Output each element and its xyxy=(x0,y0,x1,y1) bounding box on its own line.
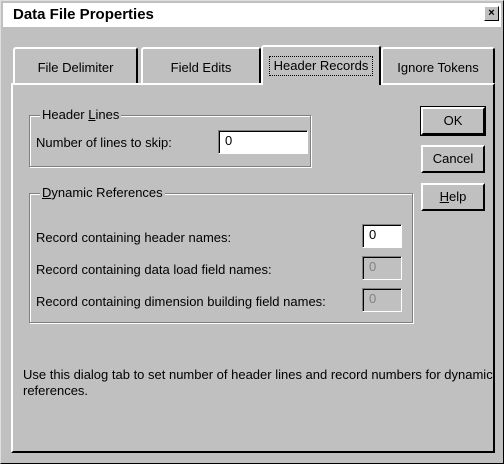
tab-label: Field Edits xyxy=(170,60,232,75)
dimension-building-field-names-label: Record containing dimension building fie… xyxy=(36,294,326,309)
tab-label: Ignore Tokens xyxy=(397,60,479,75)
lines-to-skip-input[interactable]: 0 xyxy=(218,130,308,154)
ok-button[interactable]: OK xyxy=(420,106,486,136)
close-icon[interactable]: × xyxy=(484,6,499,21)
lines-to-skip-label: Number of lines to skip: xyxy=(36,135,172,150)
tab-field-edits[interactable]: Field Edits xyxy=(141,47,261,83)
header-names-label: Record containing header names: xyxy=(36,230,232,245)
cancel-button[interactable]: Cancel xyxy=(421,145,485,173)
dialog-title: Data File Properties xyxy=(13,6,154,23)
tab-label: Header Records xyxy=(268,56,374,76)
tab-file-delimiter[interactable]: File Delimiter xyxy=(13,47,138,83)
tab-label: File Delimiter xyxy=(37,60,114,75)
header-lines-group-title: Header Lines xyxy=(40,107,122,122)
data-load-field-names-input: 0 xyxy=(362,256,402,280)
description-text: Use this dialog tab to set number of hea… xyxy=(23,367,493,398)
dimension-building-field-names-input: 0 xyxy=(362,288,402,312)
header-lines-group: Header Lines Number of lines to skip: 0 xyxy=(29,107,311,167)
dynamic-references-group: Dynamic References Record containing hea… xyxy=(29,185,413,323)
dialog-window: Data File Properties × File Delimiter Fi… xyxy=(0,0,504,464)
tab-ignore-tokens[interactable]: Ignore Tokens xyxy=(381,47,495,83)
dynamic-references-group-title: Dynamic References xyxy=(40,185,165,200)
tab-header-records[interactable]: Header Records xyxy=(261,45,381,85)
header-names-input[interactable]: 0 xyxy=(362,224,402,248)
data-load-field-names-label: Record containing data load field names: xyxy=(36,262,272,277)
help-button[interactable]: Help xyxy=(421,183,485,211)
title-bar: Data File Properties × xyxy=(3,3,501,27)
